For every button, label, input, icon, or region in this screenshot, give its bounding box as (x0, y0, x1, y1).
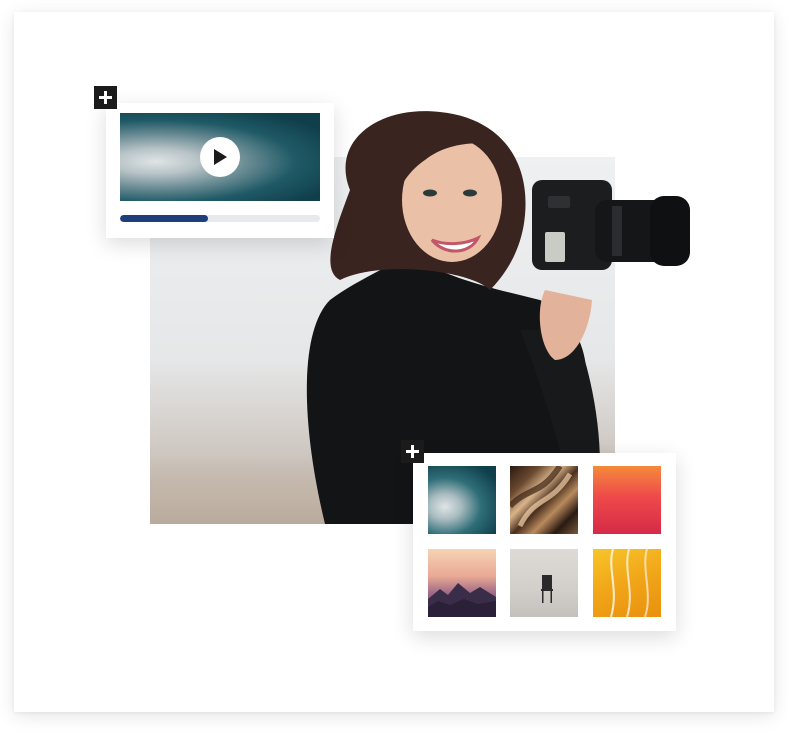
video-card (106, 103, 334, 238)
plus-icon (99, 91, 112, 104)
play-icon (214, 149, 227, 165)
chair-icon (541, 575, 553, 603)
mountains-icon (428, 583, 496, 617)
gallery-thumbnail-purple-mountains[interactable] (428, 549, 496, 617)
add-video-button[interactable] (94, 86, 117, 109)
video-thumbnail[interactable] (120, 113, 320, 201)
video-progress-fill (120, 215, 208, 222)
metal-texture-icon (510, 466, 573, 528)
waves-icon (610, 549, 649, 617)
add-image-button[interactable] (401, 440, 424, 463)
gallery-thumbnail-teal-abstract[interactable] (428, 466, 496, 534)
gallery-thumbnail-bronze-metal[interactable] (510, 466, 578, 534)
gallery-thumbnail-chair[interactable] (510, 549, 578, 617)
image-gallery-card (413, 453, 676, 631)
play-button[interactable] (200, 137, 240, 177)
plus-icon (406, 445, 419, 458)
gallery-thumbnail-red-orange[interactable] (593, 466, 661, 534)
video-progress-bar[interactable] (120, 215, 320, 222)
gallery-thumbnail-yellow-waves[interactable] (593, 549, 661, 617)
